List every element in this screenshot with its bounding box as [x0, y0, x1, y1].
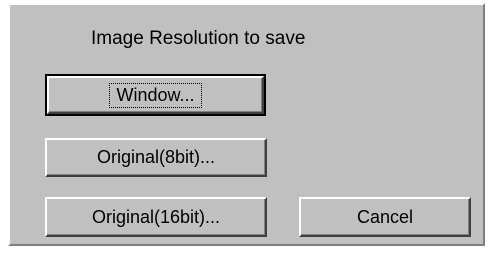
window-button-label: Window...: [109, 82, 202, 108]
original-16bit-button[interactable]: Original(16bit)...: [45, 197, 267, 237]
original-8bit-button-label: Original(8bit)...: [96, 147, 216, 167]
window-button[interactable]: Window...: [45, 74, 266, 116]
original-16bit-button-label: Original(16bit)...: [91, 206, 221, 227]
dialog-title: Image Resolution to save: [91, 28, 306, 49]
cancel-button[interactable]: Cancel: [299, 197, 471, 237]
cancel-button-label: Cancel: [356, 206, 414, 227]
original-8bit-button[interactable]: Original(8bit)...: [45, 138, 267, 177]
